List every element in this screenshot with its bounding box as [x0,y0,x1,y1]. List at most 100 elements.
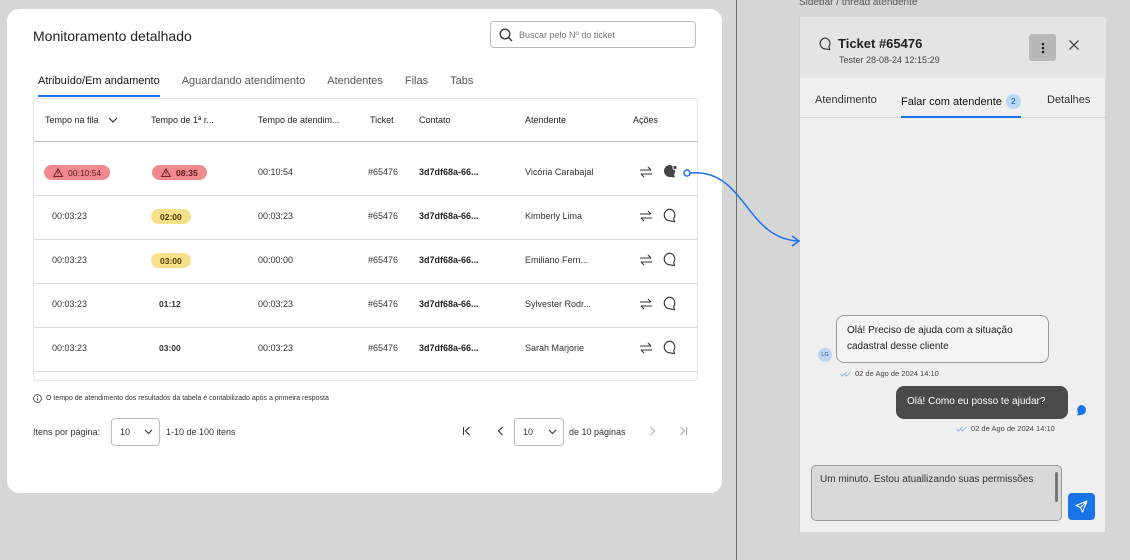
more-options-button[interactable] [1029,34,1056,61]
first-response-time: 03:00 [151,253,191,268]
pagination: Itens por página: 10 1-10 de 100 itens 1… [33,417,698,447]
chat-bubble-icon [819,37,831,51]
agent-name: Sarah Marjorie [525,343,585,353]
tab-details[interactable]: Detalhes [1047,94,1090,118]
send-button[interactable] [1068,493,1095,520]
send-icon [1075,500,1088,513]
ticket-number: #65476 [368,211,399,221]
contact-id[interactable]: 3d7df68a-66... [419,167,479,177]
row-actions [639,340,678,355]
chat-bubble-active-icon[interactable] [663,164,679,179]
ticket-number: #65476 [368,299,399,309]
service-time: 00:03:23 [258,343,294,353]
first-response-badge: 02:00 [151,209,191,224]
queue-time: 00:03:23 [52,211,88,221]
kebab-icon [1041,42,1044,53]
tab-talk-to-agent[interactable]: Falar com atendente 2 [901,94,1021,118]
sidebar-tabs: Atendimento Falar com atendente 2 Detalhe… [800,78,1106,118]
contact-id[interactable]: 3d7df68a-66... [419,343,479,353]
close-icon[interactable] [1068,39,1080,51]
chevron-down-icon [108,117,117,123]
service-time: 00:00:00 [258,255,294,265]
tab-queues[interactable]: Filas [405,75,428,97]
col-queue-time[interactable]: Tempo na fila [45,115,118,125]
chat-bubble-icon[interactable] [663,252,678,267]
per-page-select[interactable]: 10 [111,418,160,446]
first-response-time: 08:35 [176,167,198,178]
service-time: 00:10:54 [258,167,294,177]
first-page-icon[interactable] [461,425,473,437]
double-check-icon [956,426,967,432]
prev-page-icon[interactable] [495,425,507,437]
page-value: 10 [523,427,534,437]
transfer-icon[interactable] [639,297,653,311]
avatar: LG [818,348,832,362]
ticket-number: #65476 [368,343,399,353]
sidebar-header: Ticket #65476 Tester 28-08-24 12:15:29 [800,17,1106,78]
row-actions [639,296,678,311]
queue-time: 00:03:23 [52,255,88,265]
row-actions [639,208,678,223]
queue-time: 00:03:23 [52,299,88,309]
incoming-message: Olá! Preciso de ajuda com a situação cad… [836,315,1049,363]
transfer-icon[interactable] [639,165,653,179]
pages-label: de 10 páginas [569,427,626,437]
contact-id[interactable]: 3d7df68a-66... [419,299,479,309]
agent-name: Sylvester Rodr... [525,299,592,309]
col-label: Tempo na fila [45,115,99,125]
chevron-down-icon [144,429,153,435]
search-icon [499,28,513,41]
page-title: Monitoramento detalhado [33,28,192,44]
message-composer[interactable]: Um minuto. Estou atuallizando suas permi… [811,465,1062,521]
next-page-icon[interactable] [646,425,658,437]
service-time: 00:03:23 [258,211,294,221]
first-response-badge: 03:00 [151,253,191,268]
queue-time: 00:10:54 [68,167,102,178]
agent-name: Emiliano Fern... [525,255,589,265]
chat-bubble-icon[interactable] [663,340,678,355]
transfer-icon[interactable] [639,209,653,223]
tab-tabs[interactable]: Tabs [450,75,473,97]
col-service-time: Tempo de atendim... [258,115,340,125]
monitoring-card: Monitoramento detalhado Atribuído/Em and… [7,9,722,493]
unread-badge: 2 [1005,94,1021,109]
tab-agents[interactable]: Atendentes [327,75,383,97]
info-icon [33,394,42,403]
divider [736,0,737,560]
queue-time: 00:03:23 [52,343,88,353]
tab-label: Falar com atendente [901,96,1002,108]
table-row: 00:10:54 08:35 00:10:54 #65476 3d7df68a-… [34,152,697,196]
last-page-icon[interactable] [677,425,689,437]
chat-bubble-icon[interactable] [663,208,678,223]
col-first-response: Tempo de 1ª r... [151,115,214,125]
range-label: 1-10 de 100 itens [166,427,236,437]
contact-id[interactable]: 3d7df68a-66... [419,255,479,265]
first-response-badge: 08:35 [152,165,207,180]
timestamp-text: 02 de Ago de 2024 14:10 [855,369,939,378]
table-header: Tempo na fila Tempo de 1ª r... Tempo de … [34,99,697,142]
ticket-subtitle: Tester 28-08-24 12:15:29 [839,55,940,65]
transfer-icon[interactable] [639,253,653,267]
contact-id[interactable]: 3d7df68a-66... [419,211,479,221]
main-tabs: Atribuído/Em andamento Aguardando atendi… [38,75,495,97]
search-box[interactable] [490,21,696,48]
table-row: 00:03:23 02:00 00:03:23 #65476 3d7df68a-… [34,196,697,240]
tab-assigned[interactable]: Atribuído/Em andamento [38,75,160,97]
col-agent: Atendente [525,115,567,125]
ticket-title: Ticket #65476 [838,36,923,51]
col-contact: Contato [419,115,451,125]
table-row: 00:03:23 03:00 00:03:23 #65476 3d7df68a-… [34,328,697,372]
transfer-icon[interactable] [639,341,653,355]
warning-icon [161,168,171,177]
footnote-text: O tempo de atendimento dos resultados da… [46,395,329,402]
tab-service[interactable]: Atendimento [815,94,877,118]
page-select[interactable]: 10 [514,418,564,446]
chat-bubble-icon[interactable] [663,296,678,311]
queue-time-badge: 00:10:54 [44,165,111,180]
message-timestamp: 02 de Ago de 2024 14:10 [956,424,1055,433]
composer-scrollbar[interactable] [1055,472,1058,502]
search-input[interactable] [519,29,689,40]
tab-waiting[interactable]: Aguardando atendimento [182,75,306,97]
timestamp-text: 02 de Ago de 2024 14:10 [971,424,1055,433]
service-time: 00:03:23 [258,299,294,309]
